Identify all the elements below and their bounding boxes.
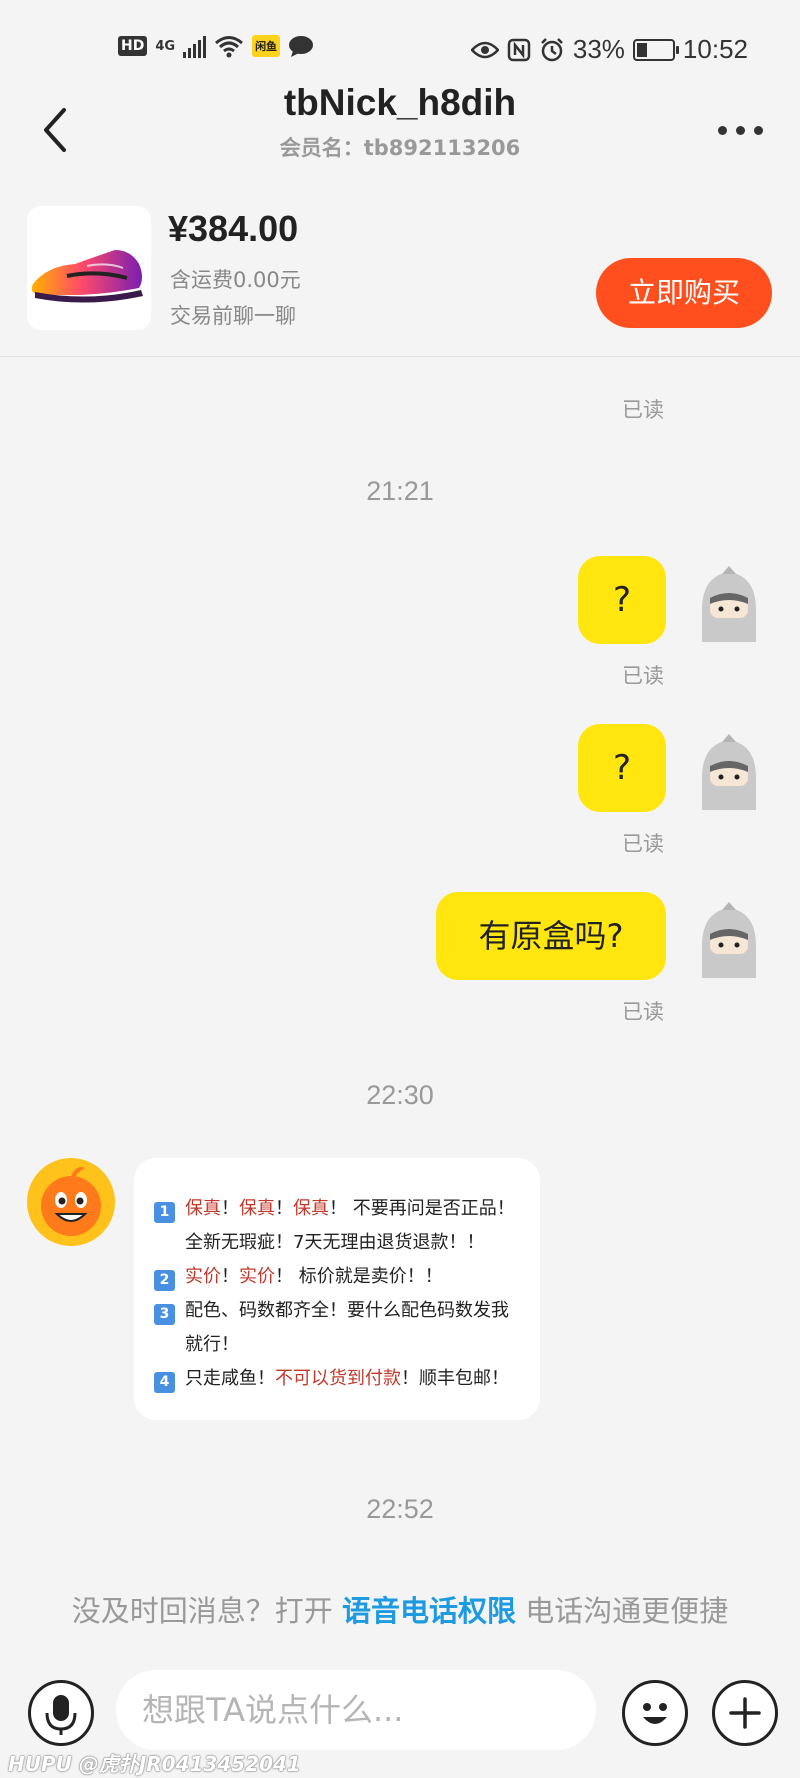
user-avatar[interactable] [696, 566, 762, 642]
plus-icon [729, 1697, 761, 1729]
number-1-icon: 1 [154, 1202, 175, 1223]
user-avatar[interactable] [696, 902, 762, 978]
card-text: ！ 不要再问是否正品！ [329, 1198, 515, 1219]
battery-percent: 33% [572, 34, 625, 64]
alarm-icon [540, 37, 563, 61]
sneaker-image [31, 250, 143, 303]
more-actions-button[interactable] [712, 1680, 778, 1746]
highlight-text: 不可以货到付款 [275, 1368, 401, 1389]
card-text: ！ 标价就是卖价！！ [275, 1266, 443, 1287]
card-text: ！ [221, 1198, 239, 1219]
voice-input-button[interactable] [28, 1680, 94, 1746]
signal-icon [183, 34, 207, 58]
read-status: 已读 [622, 664, 664, 688]
read-status: 已读 [622, 832, 664, 856]
watermark: HUPU @虎扑JR0413452041 [8, 1752, 301, 1776]
status-left: HD 4G 闲鱼 [118, 34, 314, 58]
card-line-1-cont: 全新无瑕疵！7天无理由退货退款！！ [185, 1232, 485, 1253]
card-text: ！顺丰包邮！ [401, 1368, 509, 1389]
timestamp: 21:21 [366, 476, 434, 506]
card-line-1: 1 保真！保真！保真！ 不要再问是否正品！ [154, 1194, 515, 1223]
product-price: ¥384.00 [168, 208, 299, 249]
nfc-icon [507, 38, 531, 61]
highlight-text: 保真 [185, 1198, 221, 1219]
card-text: ！ [275, 1198, 293, 1219]
clock: 10:52 [682, 34, 748, 64]
message-bubble[interactable]: ? [578, 556, 666, 644]
eye-icon [470, 41, 499, 58]
buy-now-button[interactable]: 立即购买 [596, 258, 772, 328]
timestamp: 22:52 [366, 1494, 434, 1524]
card-text: 只走咸鱼！ [185, 1368, 275, 1389]
emoji-button[interactable] [622, 1680, 688, 1746]
card-line-2: 2 实价！实价！ 标价就是卖价！！ [154, 1262, 443, 1291]
timestamp: 22:30 [366, 1080, 434, 1110]
status-right: 33% 10:52 [470, 34, 748, 65]
shipping-info: 含运费0.00元 [170, 268, 301, 292]
xianyu-app-icon: 闲鱼 [252, 35, 281, 57]
chat-title: tbNick_h8dih [283, 82, 517, 123]
notice-text: 电话沟通更便捷 [516, 1594, 729, 1628]
product-card[interactable]: ¥384.00 含运费0.00元 交易前聊一聊 立即购买 [0, 190, 800, 357]
more-options-icon[interactable] [718, 126, 763, 135]
battery-icon [632, 38, 679, 61]
highlight-text: 实价 [239, 1266, 275, 1287]
message-bubble[interactable]: ? [578, 724, 666, 812]
highlight-text: 实价 [185, 1266, 221, 1287]
card-line-3: 3 配色、码数都齐全！要什么配色码数发我 [154, 1296, 509, 1325]
read-status: 已读 [622, 398, 664, 422]
message-icon [289, 36, 314, 57]
card-line-4: 4 只走咸鱼！不可以货到付款！顺丰包邮！ [154, 1364, 509, 1393]
network-type: 4G [155, 38, 176, 54]
product-thumbnail[interactable] [27, 206, 151, 330]
highlight-text: 保真 [239, 1198, 275, 1219]
xianyu-mascot-avatar[interactable] [27, 1158, 115, 1246]
smiley-icon [643, 1703, 667, 1724]
microphone-icon [45, 1695, 77, 1735]
hd-badge: HD [118, 36, 148, 56]
card-text: 配色、码数都齐全！要什么配色码数发我 [185, 1300, 509, 1321]
message-bubble[interactable]: 有原盒吗? [436, 892, 666, 980]
card-line-3-cont: 就行！ [185, 1334, 239, 1355]
number-2-icon: 2 [154, 1270, 175, 1291]
voice-permission-link[interactable]: 语音电话权限 [342, 1594, 516, 1628]
auto-reply-card: 1 保真！保真！保真！ 不要再问是否正品！ 全新无瑕疵！7天无理由退货退款！！ 2… [134, 1158, 540, 1420]
card-text: ！ [221, 1266, 239, 1287]
user-avatar[interactable] [696, 734, 762, 810]
number-3-icon: 3 [154, 1304, 175, 1325]
read-status: 已读 [622, 1000, 664, 1024]
member-name: 会员名：tb892113206 [279, 136, 521, 160]
chat-hint: 交易前聊一聊 [170, 304, 296, 328]
notice-text: 没及时回消息？打开 [71, 1594, 342, 1628]
voice-call-notice: 没及时回消息？打开 语音电话权限 电话沟通更便捷 [0, 1588, 800, 1630]
highlight-text: 保真 [293, 1198, 329, 1219]
message-input[interactable]: 想跟TA说点什么... [116, 1670, 596, 1750]
wifi-icon [215, 36, 244, 58]
number-4-icon: 4 [154, 1372, 175, 1393]
